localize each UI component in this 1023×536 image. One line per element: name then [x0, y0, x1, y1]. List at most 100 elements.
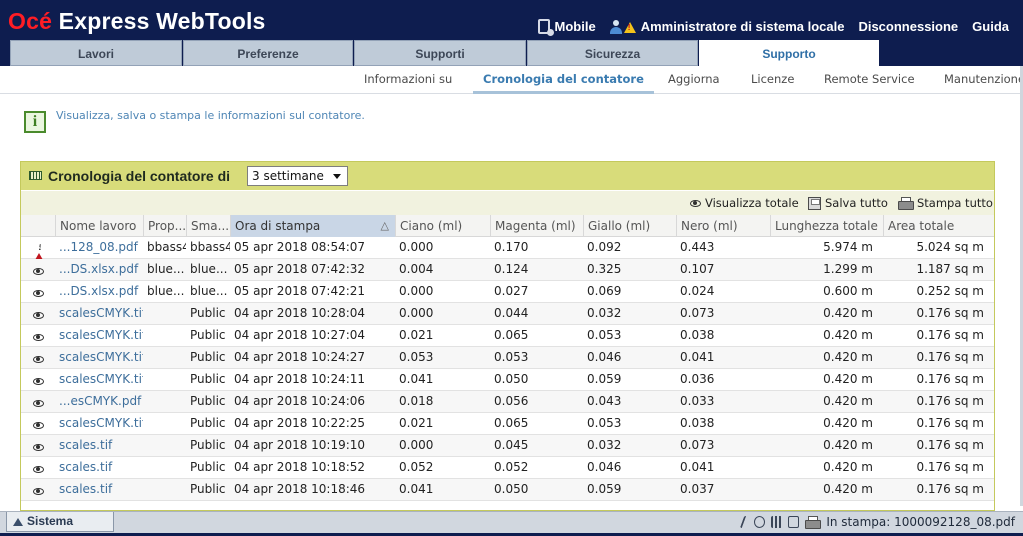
print-time-cell: 05 apr 2018 08:54:07: [234, 240, 366, 254]
save-all-button[interactable]: Salva tutto: [808, 196, 888, 210]
eye-icon: [33, 352, 44, 366]
magenta-cell: 0.044: [494, 306, 529, 320]
table-row[interactable]: ! ...128_08.pdf bbass4 bbass4 05 apr 2018 08…: [21, 237, 994, 267]
subtab-informazioni[interactable]: Informazioni su: [364, 72, 452, 86]
magenta-cell: 0.050: [494, 482, 529, 496]
queue-icon[interactable]: [771, 516, 783, 528]
tab-supporto[interactable]: Supporto: [699, 40, 879, 66]
job-name-cell[interactable]: scalesCMYK.tif: [55, 325, 143, 346]
print-time-cell: 04 apr 2018 10:18:52: [234, 460, 366, 474]
media-icon[interactable]: [788, 516, 800, 528]
magenta-cell: 0.052: [494, 460, 529, 474]
magenta-cell: 0.065: [494, 328, 529, 342]
table-row[interactable]: scalesCMYK.tif Public 04 apr 2018 10:24:27…: [21, 347, 994, 369]
smart-inbox-cell: Public: [190, 416, 226, 430]
eye-icon: [33, 396, 44, 410]
tab-supporti[interactable]: Supporti: [354, 40, 526, 66]
print-time-cell: 05 apr 2018 07:42:32: [234, 262, 366, 276]
table-row[interactable]: scalesCMYK.tif Public 04 apr 2018 10:24:11…: [21, 369, 994, 391]
table-row[interactable]: scales.tif Public 04 apr 2018 10:18:46 0.04…: [21, 479, 994, 501]
tab-sicurezza[interactable]: Sicurezza: [527, 40, 698, 66]
col-header-yellow[interactable]: Giallo (ml): [583, 215, 676, 237]
magenta-cell: 0.065: [494, 416, 529, 430]
col-header-black[interactable]: Nero (ml): [676, 215, 770, 237]
col-header-owner[interactable]: Prop...: [143, 215, 186, 237]
owner-cell: [143, 325, 186, 346]
table-row[interactable]: ...DS.xlsx.pdf blue... blue... 05 apr 2018 …: [21, 281, 994, 303]
print-all-button[interactable]: Stampa tutto: [898, 196, 993, 210]
tab-lavori[interactable]: Lavori: [10, 40, 182, 66]
cyan-cell: 0.004: [399, 262, 434, 276]
triangle-up-icon: [13, 517, 23, 526]
job-name-cell[interactable]: ...esCMYK.pdf: [55, 391, 143, 412]
magenta-cell: 0.053: [494, 350, 529, 364]
job-name-cell[interactable]: scalesCMYK.tif: [55, 413, 143, 434]
subtab-manutenzione[interactable]: Manutenzione: [944, 72, 1023, 86]
view-total-button[interactable]: Visualizza totale: [690, 196, 799, 210]
total-length-cell: 0.420 m: [823, 350, 873, 364]
table-row[interactable]: scalesCMYK.tif Public 04 apr 2018 10:22:25…: [21, 413, 994, 435]
job-name-cell[interactable]: scalesCMYK.tif: [55, 347, 143, 368]
job-name-cell[interactable]: ...128_08.pdf: [55, 237, 143, 258]
total-area-cell: 0.176 sq m: [916, 416, 984, 430]
col-header-job-name[interactable]: Nome lavoro: [55, 215, 143, 237]
smart-inbox-cell: Public: [190, 460, 226, 474]
printer-icon: [898, 197, 914, 210]
smart-inbox-cell: Public: [190, 350, 226, 364]
cyan-cell: 0.041: [399, 372, 434, 386]
table-row[interactable]: ...DS.xlsx.pdf blue... blue... 05 apr 2018 …: [21, 259, 994, 281]
subtab-licenze[interactable]: Licenze: [751, 72, 794, 86]
table-row[interactable]: ...esCMYK.pdf Public 04 apr 2018 10:24:06 0…: [21, 391, 994, 413]
yellow-cell: 0.032: [587, 306, 622, 320]
total-length-cell: 1.299 m: [823, 262, 873, 276]
black-cell: 0.038: [680, 328, 715, 342]
total-length-cell: 0.420 m: [823, 460, 873, 474]
eye-icon: [33, 418, 44, 432]
col-header-magenta[interactable]: Magenta (ml): [490, 215, 583, 237]
table-row[interactable]: scales.tif Public 04 apr 2018 10:18:52 0.05…: [21, 457, 994, 479]
header-links: Mobile Amministratore di sistema locale …: [537, 19, 1009, 36]
panel-actions: Visualizza totale Salva tutto Stampa tut…: [21, 191, 994, 215]
total-area-cell: 0.176 sq m: [916, 306, 984, 320]
logout-link[interactable]: Disconnessione: [858, 19, 958, 34]
yellow-cell: 0.053: [587, 416, 622, 430]
tab-preferenze[interactable]: Preferenze: [183, 40, 353, 66]
status-icons: In stampa: 1000092128_08.pdf: [740, 515, 1015, 529]
mobile-link[interactable]: Mobile: [537, 19, 596, 36]
pen-icon[interactable]: [740, 516, 751, 528]
help-link[interactable]: Guida: [972, 19, 1009, 34]
job-name-cell[interactable]: ...DS.xlsx.pdf: [55, 259, 143, 280]
app-logo: Océ Express WebTools: [8, 8, 266, 34]
printing-status-text: In stampa: 1000092128_08.pdf: [826, 515, 1015, 529]
system-tab[interactable]: Sistema: [6, 512, 114, 532]
col-header-print-time[interactable]: Ora di stampa △: [230, 215, 395, 237]
job-name-cell[interactable]: scalesCMYK.tif: [55, 303, 143, 324]
table-row[interactable]: scales.tif Public 04 apr 2018 10:19:10 0.00…: [21, 435, 994, 457]
chevron-down-icon: [333, 174, 341, 179]
period-select[interactable]: 3 settimane: [247, 166, 348, 186]
table-row[interactable]: scalesCMYK.tif Public 04 apr 2018 10:28:04…: [21, 303, 994, 325]
smart-inbox-cell: blue...: [190, 262, 228, 276]
subtab-remote-service[interactable]: Remote Service: [824, 72, 915, 86]
job-name-cell[interactable]: ...DS.xlsx.pdf: [55, 281, 143, 302]
user-link[interactable]: Amministratore di sistema locale: [609, 19, 844, 34]
total-area-cell: 0.176 sq m: [916, 438, 984, 452]
table-row[interactable]: scalesCMYK.tif Public 04 apr 2018 10:27:04…: [21, 325, 994, 347]
cyan-cell: 0.052: [399, 460, 434, 474]
owner-cell: [143, 457, 186, 478]
col-header-smart-inbox[interactable]: Sma...: [186, 215, 230, 237]
job-name-cell[interactable]: scalesCMYK.tif: [55, 369, 143, 390]
col-header-total-length[interactable]: Lunghezza totale: [770, 215, 883, 237]
counter-history-panel: Cronologia del contatore di 3 settimane …: [20, 161, 995, 511]
subtab-aggiorna[interactable]: Aggiorna: [668, 72, 720, 86]
col-header-total-area[interactable]: Area totale: [883, 215, 994, 237]
job-name-cell[interactable]: scales.tif: [55, 457, 143, 478]
job-name-cell[interactable]: scales.tif: [55, 435, 143, 456]
clock-icon[interactable]: [754, 516, 766, 528]
smart-inbox-cell: Public: [190, 438, 226, 452]
smart-inbox-cell: Public: [190, 306, 226, 320]
job-name-cell[interactable]: scales.tif: [55, 479, 143, 500]
col-header-cyan[interactable]: Ciano (ml): [395, 215, 490, 237]
subtab-cronologia[interactable]: Cronologia del contatore: [473, 72, 654, 94]
black-cell: 0.107: [680, 262, 715, 276]
